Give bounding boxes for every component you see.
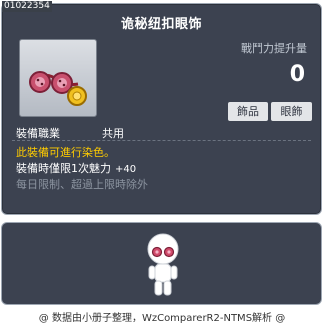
- category-tag-accessory: 飾品: [228, 102, 268, 121]
- divider: [12, 140, 311, 141]
- job-label: 裝備職業: [16, 127, 60, 140]
- dye-notice: 此裝備可進行染色。: [16, 146, 115, 159]
- item-icon-frame: [19, 39, 97, 117]
- button-eye-accessory-icon: [29, 71, 87, 106]
- item-name: 诡秘纽扣眼饰: [120, 17, 202, 32]
- item-id: 01022354: [2, 1, 52, 12]
- stat-value: +40: [115, 164, 137, 175]
- category-tag-eye-accessory: 眼飾: [271, 102, 312, 121]
- daily-limit-note: 每日限制、超過上限時除外: [16, 178, 148, 191]
- power-increase-value: 0: [289, 62, 305, 87]
- character-preview-panel: [1, 222, 322, 305]
- footer-credit: @ 数据由小册子整理，WzComparerR2-NTMS解析 @: [38, 313, 286, 324]
- stat-label: 裝備時僅限1次魅力: [16, 162, 111, 175]
- character-preview: [147, 233, 179, 296]
- power-increase-label: 戰鬥力提升量: [241, 42, 307, 55]
- job-value: 共用: [102, 127, 124, 140]
- item-tooltip: 诡秘纽扣眼饰 戰鬥力提升量 0 飾品 眼飾 裝備職業 共用 此裝備可進行染色。 …: [1, 3, 322, 215]
- stat-line: 裝備時僅限1次魅力 +40: [16, 160, 136, 176]
